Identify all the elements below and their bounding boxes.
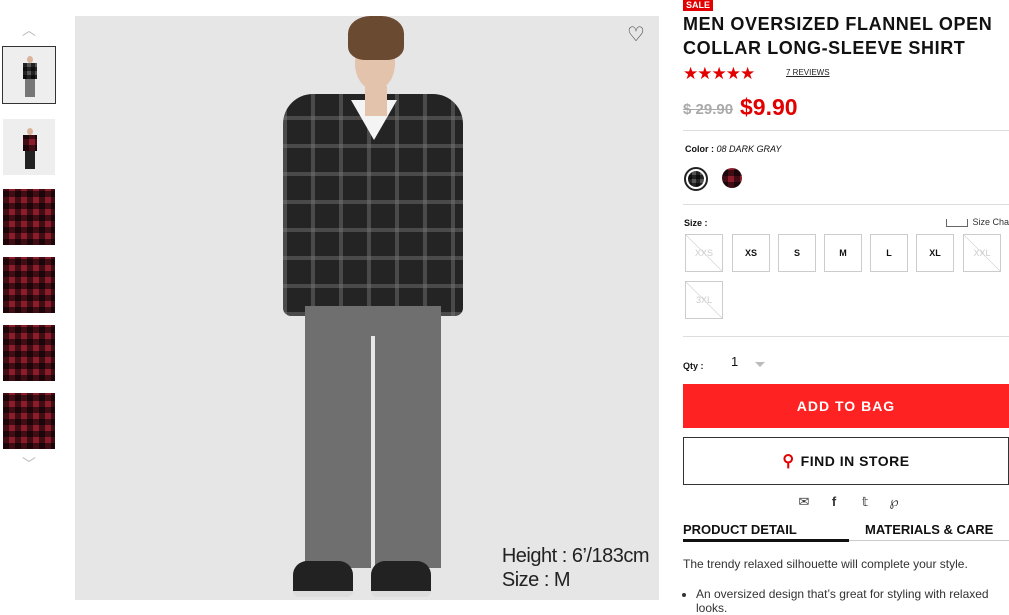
thumbnail-4[interactable] [2, 256, 56, 314]
sale-price: $9.90 [740, 94, 798, 120]
thumbnail-rail: ︿ ﹀ [0, 16, 60, 476]
quantity-value: 1 [731, 354, 739, 369]
original-price: $ 29.90 [683, 101, 734, 118]
product-info-panel: SALE MEN OVERSIZED FLANNEL OPEN COLLAR L… [683, 0, 1009, 615]
chevron-down-icon[interactable]: ﹀ [18, 454, 40, 472]
thumbnail-3[interactable] [2, 188, 56, 246]
add-to-bag-button[interactable]: ADD TO BAG [683, 384, 1009, 428]
model-caption: Height : 6’/183cm Size : M [501, 544, 650, 592]
find-in-store-button[interactable]: ⚲ FIND IN STORE [683, 437, 1009, 485]
twitter-icon[interactable]: 𝕥 [856, 494, 874, 510]
color-label: Color : 08 DARK GRAY [685, 144, 782, 154]
favorite-heart-icon[interactable]: ♡ [625, 24, 647, 46]
model-height: Height : 6’/183cm [501, 545, 650, 567]
size-option-3xl[interactable]: 3XL [685, 281, 723, 319]
divider [683, 204, 1009, 205]
reviews-link[interactable]: 7 REVIEWS [786, 68, 830, 77]
qty-label: Qty : [683, 361, 704, 371]
tab-materials-care[interactable]: MATERIALS & CARE [865, 522, 993, 537]
size-option-l[interactable]: L [870, 234, 908, 272]
thumbnail-2[interactable] [2, 118, 56, 176]
divider [683, 130, 1009, 131]
size-option-xxs[interactable]: XXS [685, 234, 723, 272]
model-photo [263, 16, 483, 600]
size-option-xs[interactable]: XS [732, 234, 770, 272]
thumbnail-1[interactable] [2, 46, 56, 104]
pinterest-icon[interactable]: ℘ [885, 494, 903, 510]
chevron-down-icon [755, 362, 765, 367]
product-description: The trendy relaxed silhouette will compl… [683, 557, 968, 571]
product-title: MEN OVERSIZED FLANNEL OPEN COLLAR LONG-S… [683, 14, 993, 58]
model-size: Size : M [501, 569, 571, 591]
size-label: Size : [684, 218, 708, 228]
rating-stars: ★★★★★ [683, 64, 755, 83]
chevron-up-icon[interactable]: ︿ [18, 20, 40, 38]
facebook-icon[interactable]: f [825, 494, 843, 509]
size-chart-link[interactable]: Size Cha [946, 217, 1009, 227]
breadcrumb [0, 0, 420, 2]
email-icon[interactable]: ✉ [795, 494, 813, 510]
feature-list: An oversized design that’s great for sty… [683, 587, 1009, 615]
size-option-s[interactable]: S [778, 234, 816, 272]
list-item: An oversized design that’s great for sty… [696, 587, 1009, 615]
color-swatch-red[interactable] [722, 168, 742, 188]
quantity-select[interactable]: 1 [731, 354, 771, 374]
thumbnail-5[interactable] [2, 324, 56, 382]
divider [683, 336, 1009, 337]
active-tab-indicator [683, 539, 849, 542]
color-value: 08 DARK GRAY [716, 144, 782, 154]
size-option-xxl[interactable]: XXL [963, 234, 1001, 272]
size-option-xl[interactable]: XL [916, 234, 954, 272]
sale-badge: SALE [683, 0, 714, 11]
main-product-image: ♡ Height : 6’/183cm Size : M [75, 16, 659, 600]
tab-product-detail[interactable]: PRODUCT DETAIL [683, 522, 797, 537]
location-pin-icon: ⚲ [782, 453, 795, 470]
thumbnail-6[interactable] [2, 392, 56, 450]
ruler-icon [946, 218, 969, 227]
size-option-m[interactable]: M [824, 234, 862, 272]
color-swatch-dark-gray[interactable] [684, 167, 708, 191]
